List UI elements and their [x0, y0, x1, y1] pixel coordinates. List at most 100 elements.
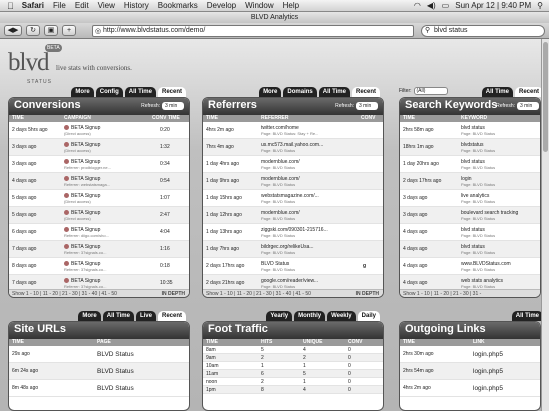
menu-view[interactable]: View: [98, 1, 115, 10]
menu-history[interactable]: History: [124, 1, 149, 10]
row-page[interactable]: BLVD Status: [94, 368, 184, 375]
table-row[interactable]: 1 day 20hrs ago blvd status Page: BLVD Sta…: [400, 156, 540, 173]
menu-window[interactable]: Window: [245, 1, 273, 10]
col-conv-time[interactable]: CONV TIME: [149, 115, 189, 122]
tab-recent[interactable]: Recent: [157, 87, 186, 97]
refresh-select[interactable]: 3 min: [356, 102, 378, 110]
col-time[interactable]: TIME: [400, 339, 470, 346]
row-link[interactable]: login.php5: [470, 385, 540, 392]
menu-file[interactable]: File: [53, 1, 66, 10]
row-referrer[interactable]: modernblue.com/: [261, 210, 300, 216]
search-field[interactable]: ⚲ blvd status: [421, 25, 545, 37]
table-row[interactable]: 1 day 12hrs ago modernblue.com/Page: BLVD…: [203, 207, 383, 224]
wifi-icon[interactable]: ◠: [414, 1, 421, 10]
row-referrer[interactable]: ziggski.com/090301-215716...: [261, 227, 328, 233]
row-link[interactable]: login.php5: [470, 368, 540, 375]
table-row[interactable]: 4 days ago www.BLVDStatus.com Page: BLVD S…: [400, 258, 540, 275]
pagination-links[interactable]: Show 1 - 10 | 11 - 20 | 21 - 30 | 31 - 4…: [12, 291, 117, 297]
menu-develop[interactable]: Develop: [207, 1, 236, 10]
spotlight-icon[interactable]: ⚲: [537, 1, 543, 10]
table-row[interactable]: 1 day 15hrs ago webstatsmagazine.com/... P…: [203, 190, 383, 207]
row-referrer[interactable]: modernblue.com/: [261, 159, 300, 165]
table-row[interactable]: 4hrs 2m ago twitter.com/home Page: BLVD St…: [203, 122, 383, 139]
pagination-links[interactable]: Show 1 - 10 | 11 - 20 | 21 - 30 | 31 -: [403, 291, 481, 297]
table-row[interactable]: 2 days 17hrs ago BLVD Status Page: BLVD St…: [203, 258, 383, 275]
row-referrer[interactable]: us.mc573.mail.yahoo.com...: [261, 142, 323, 148]
table-row[interactable]: 2hrs 30m ago login.php5: [400, 346, 540, 363]
row-referrer[interactable]: webstatsmagazine.com/...: [261, 193, 319, 199]
vertical-scrollbar[interactable]: [541, 39, 549, 411]
tab-recent[interactable]: Recent: [514, 87, 543, 97]
reload-button[interactable]: ↻: [26, 25, 40, 36]
in-depth-link[interactable]: IN DEPTH: [356, 290, 379, 297]
pagination-links[interactable]: Show 1 - 10 | 11 - 20 | 21 - 30 | 31 - 4…: [206, 291, 311, 297]
add-bookmark-button[interactable]: +: [62, 25, 76, 36]
in-depth-link[interactable]: IN DEPTH: [162, 290, 185, 297]
table-row[interactable]: 29s ago BLVD Status: [9, 346, 189, 363]
tab-monthly[interactable]: Monthly: [294, 311, 326, 321]
table-row[interactable]: 1 day 9hrs ago modernblue.com/Page: BLVD …: [203, 173, 383, 190]
table-row[interactable]: 4 days ago blvd status Page: BLVD Status: [400, 224, 540, 241]
col-unique[interactable]: UNIQUE: [300, 339, 345, 346]
filter-select[interactable]: (All): [413, 87, 448, 95]
table-row[interactable]: 8m 48s ago BLVD Status: [9, 380, 189, 397]
menu-clock[interactable]: Sun Apr 12 | 9:40 PM: [455, 1, 531, 10]
table-row[interactable]: 18hrs 1m ago blvdstatus Page: BLVD Status: [400, 139, 540, 156]
table-row[interactable]: 2hrs 58m ago blvd status Page: BLVD Status: [400, 122, 540, 139]
table-row[interactable]: 4 days ago BETA Signup Referrer: webstatsm…: [9, 173, 189, 190]
row-referrer[interactable]: twitter.com/home: [261, 125, 299, 131]
table-row[interactable]: 2 days 17hrs ago login Page: BLVD Status: [400, 173, 540, 190]
table-row[interactable]: 2 days 5hrs ago BETA Signup (Direct access…: [9, 122, 189, 139]
table-row[interactable]: 2hrs 54m ago login.php5: [400, 363, 540, 380]
table-row[interactable]: 5 days ago BETA Signup (Direct access) 1:07: [9, 190, 189, 207]
col-referrer[interactable]: REFERRER: [258, 115, 358, 122]
row-link[interactable]: login.php5: [470, 351, 540, 358]
menu-bookmarks[interactable]: Bookmarks: [158, 1, 198, 10]
scroll-thumb[interactable]: [543, 42, 548, 152]
table-row[interactable]: 4 days ago blvd status Page: BLVD Status: [400, 241, 540, 258]
tab-all-time[interactable]: All Time: [511, 311, 543, 321]
tab-weekly[interactable]: Weekly: [327, 311, 356, 321]
col-keyword[interactable]: KEYWORD: [458, 115, 538, 122]
col-time[interactable]: TIME: [9, 115, 61, 122]
battery-icon[interactable]: ▭: [442, 1, 450, 10]
row-page[interactable]: BLVD Status: [94, 385, 184, 392]
tab-config[interactable]: Config: [95, 87, 123, 97]
table-row[interactable]: 7 days ago BETA Signup Referrer: 37signals…: [9, 241, 189, 258]
tab-live[interactable]: Live: [135, 311, 156, 321]
tab-yearly[interactable]: Yearly: [266, 311, 293, 321]
table-row[interactable]: 1 day 4hrs ago modernblue.com/Page: BLVD …: [203, 156, 383, 173]
col-time[interactable]: TIME: [400, 115, 458, 122]
tab-recent[interactable]: Recent: [157, 311, 186, 321]
menu-safari[interactable]: Safari: [22, 1, 44, 10]
tab-more[interactable]: More: [78, 311, 101, 321]
back-forward-button[interactable]: ◀▶: [4, 25, 22, 36]
volume-icon[interactable]: ◀): [427, 1, 436, 10]
col-conv[interactable]: CONV: [358, 115, 383, 122]
table-row[interactable]: 3 days ago boulevard search tracking Page:…: [400, 207, 540, 224]
row-referrer[interactable]: BLVD Status: [261, 261, 289, 267]
tab-all-time[interactable]: All Time: [481, 87, 513, 97]
col-page[interactable]: PAGE: [94, 339, 184, 346]
table-row[interactable]: 4hrs 2m ago login.php5: [400, 380, 540, 397]
col-time[interactable]: TIME: [203, 339, 258, 346]
table-row[interactable]: 3 days ago BETA Signup Referrer: prodblogg…: [9, 156, 189, 173]
tab-all-time[interactable]: All Time: [102, 311, 134, 321]
col-hits[interactable]: HITS: [258, 339, 300, 346]
table-row[interactable]: 3 days ago live analytics Page: BLVD Statu…: [400, 190, 540, 207]
row-page[interactable]: BLVD Status: [94, 351, 184, 358]
tab-all-time[interactable]: All Time: [318, 87, 350, 97]
col-conv[interactable]: CONV: [345, 339, 380, 346]
col-link[interactable]: LINK: [470, 339, 540, 346]
refresh-select[interactable]: 3 min: [162, 102, 184, 110]
table-row[interactable]: 3 days ago BETA Signup (Direct access) 1:32: [9, 139, 189, 156]
col-campaign[interactable]: CAMPAIGN: [61, 115, 149, 122]
tab-domains[interactable]: Domains: [283, 87, 317, 97]
table-row[interactable]: 6m 24s ago BLVD Status: [9, 363, 189, 380]
url-field[interactable]: ◎ http://www.blvdstatus.com/demo/: [92, 25, 414, 37]
tab-daily[interactable]: Daily: [357, 311, 380, 321]
bookmark-button[interactable]: ▣: [44, 25, 58, 36]
col-time[interactable]: TIME: [9, 339, 94, 346]
logo[interactable]: blvd: [8, 49, 49, 77]
menu-help[interactable]: Help: [283, 1, 299, 10]
